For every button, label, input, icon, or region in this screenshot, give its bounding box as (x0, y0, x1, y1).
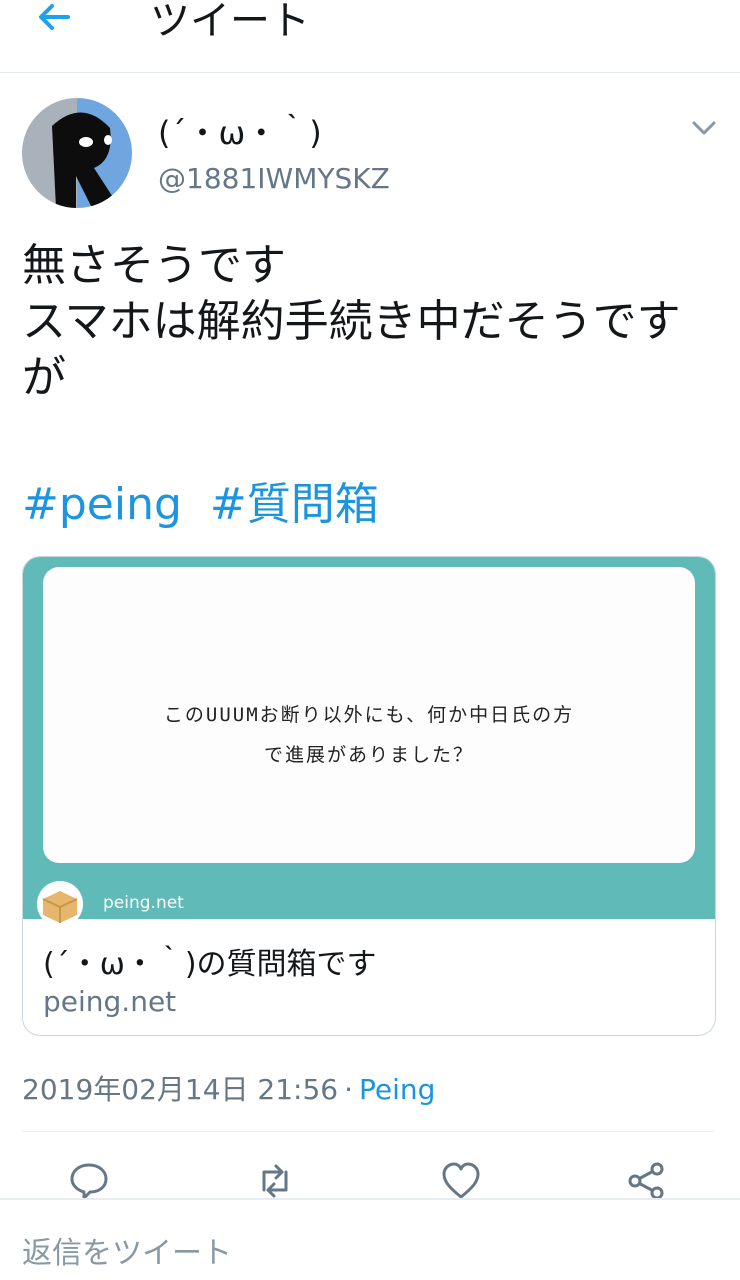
retweet-icon[interactable] (254, 1160, 296, 1202)
reply-input[interactable]: 返信をツイート (22, 1228, 232, 1272)
tweet-text-line: 無さそうです (22, 240, 286, 291)
chevron-down-icon[interactable] (690, 116, 718, 140)
like-icon[interactable] (440, 1160, 482, 1202)
card-image: このUUUMお断り以外にも、何か中日氏の方 で進展がありました？ peing.n… (23, 557, 715, 927)
page-title: ツイート (150, 0, 310, 44)
top-bar: ツイート (0, 0, 740, 73)
timestamp: 2019年02月14日 21:56 (22, 1073, 339, 1106)
divider (0, 1198, 740, 1200)
reply-icon[interactable] (68, 1160, 110, 1202)
tweet-text: 無さそうです スマホは解約手続き中だそうです が (22, 238, 722, 406)
card-domain: peing.net (43, 985, 177, 1018)
hashtag-link[interactable]: #質問箱 (210, 479, 379, 530)
tweet-text-line: が (22, 352, 66, 403)
peing-box-icon (37, 881, 83, 927)
user-handle[interactable]: @1881IWMYSKZ (158, 162, 390, 195)
back-arrow-icon[interactable] (30, 0, 80, 42)
divider (22, 1131, 714, 1132)
tweet-meta: 2019年02月14日 21:56 · Peing (22, 1068, 435, 1108)
avatar-image (22, 98, 132, 208)
tweet-text-line: スマホは解約手続き中だそうです (22, 296, 681, 347)
link-card[interactable]: このUUUMお断り以外にも、何か中日氏の方 で進展がありました？ peing.n… (22, 556, 716, 1036)
card-title: (´・ω・｀)の質問箱です (43, 947, 377, 982)
hashtag-link[interactable]: #peing (22, 479, 182, 530)
meta-separator: · (344, 1073, 354, 1106)
question-text: このUUUMお断り以外にも、何か中日氏の方 で進展がありました？ (43, 695, 695, 775)
display-name[interactable]: (´・ω・｀) (158, 108, 322, 154)
source-link[interactable]: Peing (359, 1073, 435, 1106)
question-line: で進展がありました？ (263, 744, 474, 766)
question-panel: このUUUMお断り以外にも、何か中日氏の方 で進展がありました？ (43, 567, 695, 863)
action-bar (0, 1160, 740, 1202)
card-image-domain: peing.net (103, 893, 184, 913)
share-icon[interactable] (626, 1160, 668, 1202)
hashtags: #peing #質問箱 (22, 468, 393, 532)
avatar[interactable] (22, 98, 132, 208)
question-line: このUUUMお断り以外にも、何か中日氏の方 (163, 704, 575, 726)
